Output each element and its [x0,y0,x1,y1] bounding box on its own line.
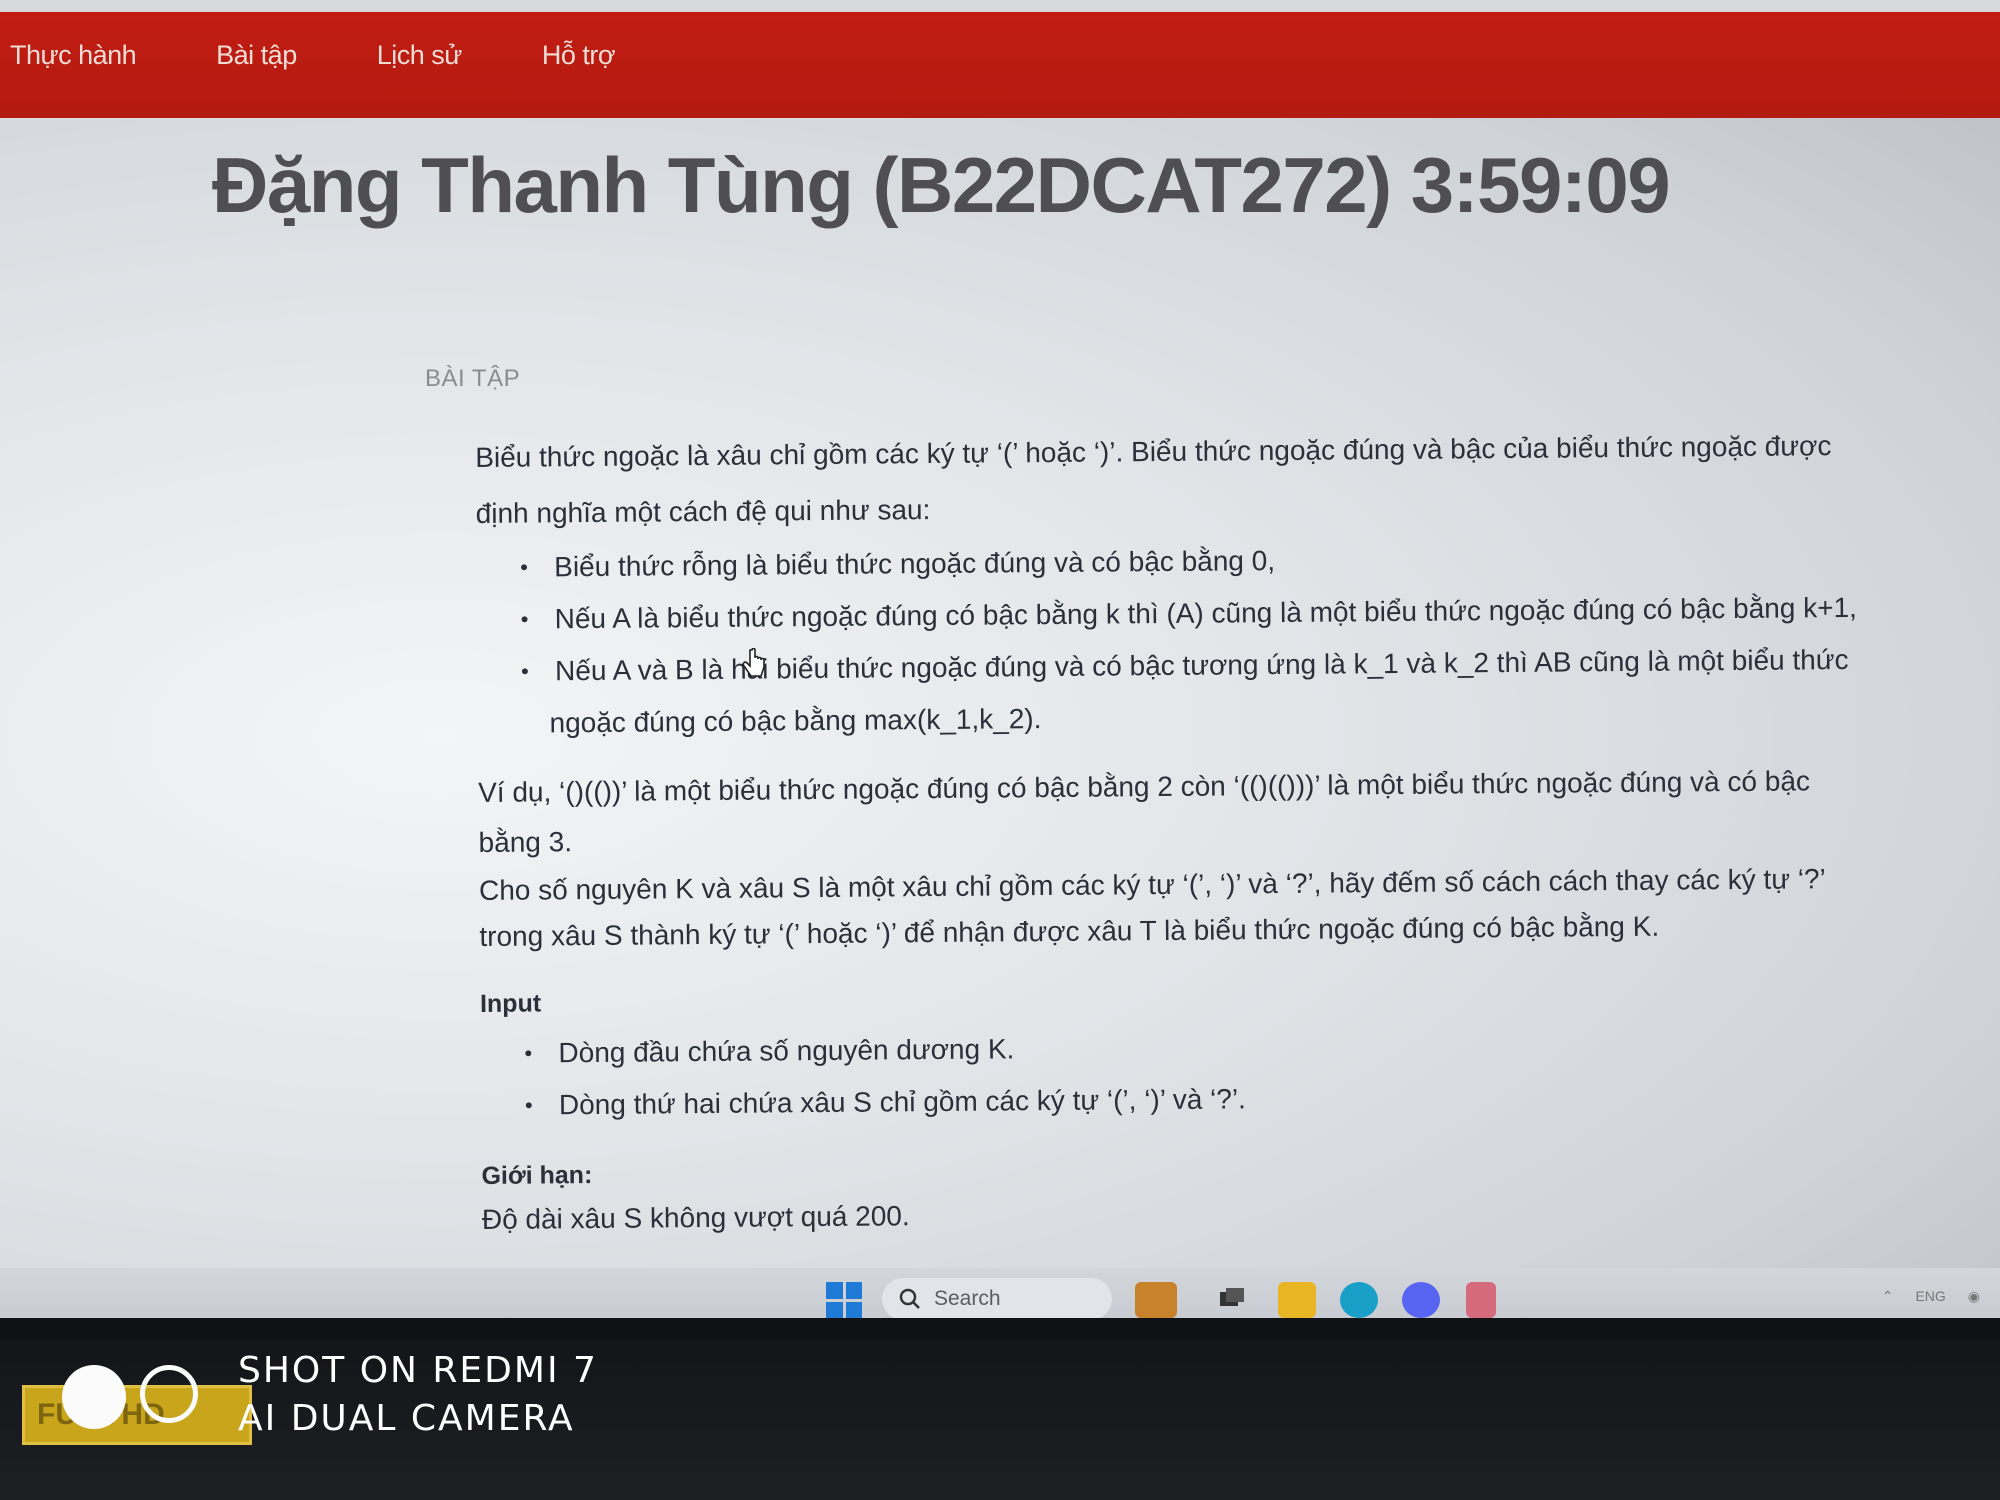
app-icon[interactable] [1466,1282,1496,1318]
rule-text: Biểu thức rỗng là biểu thức ngoặc đúng v… [554,545,1276,583]
camera-dot-icon [62,1365,126,1429]
main-nav: Thực hành Bài tập Lịch sử Hỗ trợ [10,40,695,71]
example-paragraph: Ví dụ, ‘()(())’ là một biểu thức ngoặc đ… [478,765,1811,858]
section-label: BÀI TẬP [425,365,521,392]
file-explorer-icon[interactable] [1278,1282,1316,1318]
language-indicator[interactable]: ENG [1915,1288,1945,1305]
wifi-icon[interactable]: ◉ [1968,1288,1980,1305]
rule-text: Nếu A là biểu thức ngoặc đúng có bậc bằn… [554,591,1857,635]
nav-item-exercises[interactable]: Bài tập [216,40,297,71]
system-tray: ⌃ ENG ◉ [1882,1288,1980,1305]
nav-item-practice[interactable]: Thực hành [10,40,137,71]
input-item: Dòng thứ hai chứa xâu S chỉ gồm các ký t… [553,1068,1881,1132]
input-text: Dòng thứ hai chứa xâu S chỉ gồm các ký t… [558,1083,1247,1121]
windows-start-icon[interactable] [826,1282,862,1318]
nav-item-support[interactable]: Hỗ trợ [542,40,616,71]
watermark-line-2: AI DUAL CAMERA [238,1398,575,1439]
watermark-line-1: SHOT ON REDMI 7 [238,1350,598,1391]
camera-ring-icon [140,1365,198,1423]
top-navigation-bar: Thực hành Bài tập Lịch sử Hỗ trợ [0,0,2000,118]
hand-cursor-icon [742,647,768,687]
widgets-icon[interactable] [1135,1282,1177,1318]
laptop-screen: Thực hành Bài tập Lịch sử Hỗ trợ Đặng Th… [0,0,2000,1340]
search-placeholder: Search [934,1287,1001,1310]
search-icon [899,1288,920,1309]
input-text: Dòng đầu chứa số nguyên dương K. [558,1033,1015,1069]
input-list: Dòng đầu chứa số nguyên dương K. Dòng th… [480,1016,1881,1132]
task-paragraph: Cho số nguyên K và xâu S là một xâu chỉ … [478,863,1825,952]
edge-browser-icon[interactable] [1340,1282,1378,1318]
taskbar-search[interactable]: Search [882,1278,1112,1320]
page-title: Đặng Thanh Tùng (B22DCAT272) 3:59:09 [212,141,1671,229]
chevron-up-icon[interactable]: ⌃ [1882,1288,1894,1305]
task-view-icon[interactable] [1212,1282,1250,1318]
rules-list: Biểu thức rỗng là biểu thức ngoặc đúng v… [476,530,1878,750]
discord-icon[interactable] [1402,1282,1440,1318]
problem-intro: Biểu thức ngoặc là xâu chỉ gồm các ký tự… [475,430,1832,529]
problem-statement: Biểu thức ngoặc là xâu chỉ gồm các ký tự… [475,418,1882,1240]
nav-item-history[interactable]: Lịch sử [377,40,463,71]
camera-badge: FULL HD [22,1385,252,1445]
